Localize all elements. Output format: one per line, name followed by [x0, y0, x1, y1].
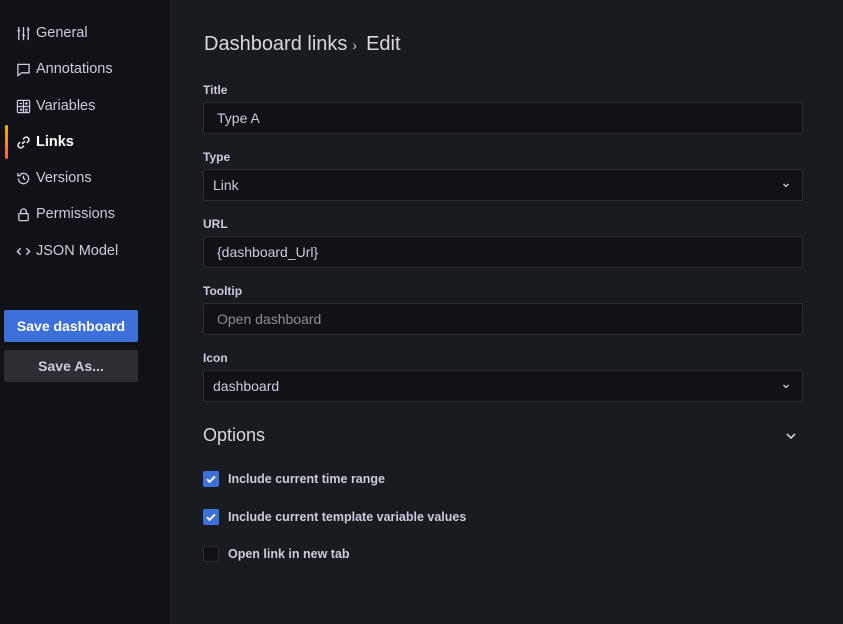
chevron-down-icon: [783, 384, 789, 389]
save-dashboard-button[interactable]: Save dashboard: [4, 310, 138, 342]
sidebar-item-label: Annotations: [36, 61, 113, 77]
comment-icon: [15, 61, 31, 77]
type-label: Type: [203, 150, 231, 164]
sidebar-item-variables[interactable]: Variables: [0, 88, 170, 124]
checkbox-checked-icon[interactable]: [203, 509, 219, 525]
checkbox-label: Include current template variable values: [228, 510, 467, 524]
icon-select-value: dashboard: [213, 378, 280, 394]
link-icon: [15, 134, 31, 150]
include-template-variables-checkbox[interactable]: Include current template variable values: [203, 508, 466, 526]
type-select[interactable]: Link: [203, 169, 803, 201]
checkbox-unchecked-icon[interactable]: [203, 546, 219, 562]
include-time-range-checkbox[interactable]: Include current time range: [203, 470, 385, 488]
sidebar-item-json-model[interactable]: JSON Model: [0, 233, 170, 269]
options-chevron-down-icon[interactable]: [783, 428, 799, 444]
breadcrumb-separator: ›: [352, 36, 358, 53]
chevron-down-icon: [783, 183, 789, 188]
url-input-value: {dashboard_Url}: [217, 244, 319, 260]
breadcrumb-parent[interactable]: Dashboard links: [204, 33, 347, 56]
save-as-button[interactable]: Save As...: [4, 350, 138, 382]
tooltip-input-placeholder: Open dashboard: [217, 311, 322, 327]
history-icon: [15, 170, 31, 186]
sidebar-item-label: Variables: [36, 98, 96, 114]
checkbox-label: Include current time range: [228, 472, 385, 486]
tooltip-label: Tooltip: [203, 284, 243, 298]
sidebar-item-label: Links: [36, 134, 74, 150]
icon-select[interactable]: dashboard: [203, 370, 803, 402]
icon-label: Icon: [203, 351, 228, 365]
checkbox-label: Open link in new tab: [228, 547, 350, 561]
title-input[interactable]: Type A: [203, 102, 803, 134]
sidebar-item-permissions[interactable]: Permissions: [0, 196, 170, 232]
title-input-value: Type A: [217, 110, 260, 126]
options-section-title[interactable]: Options: [203, 425, 265, 446]
tooltip-input[interactable]: Open dashboard: [203, 303, 803, 335]
code-icon: [15, 243, 31, 259]
sidebar-item-label: JSON Model: [36, 243, 119, 259]
sidebar-item-general[interactable]: General: [0, 15, 170, 51]
sidebar-item-annotations[interactable]: Annotations: [0, 51, 170, 87]
url-input[interactable]: {dashboard_Url}: [203, 236, 803, 268]
open-in-new-tab-checkbox[interactable]: Open link in new tab: [203, 545, 350, 563]
calculator-icon: [15, 98, 31, 114]
settings-sidebar: General Annotations Variables Links Vers…: [0, 0, 171, 624]
sidebar-item-label: Versions: [36, 170, 92, 186]
breadcrumb: Dashboard links › Edit: [204, 33, 401, 56]
type-select-value: Link: [213, 177, 239, 193]
sidebar-item-links[interactable]: Links: [0, 124, 170, 160]
sidebar-item-versions[interactable]: Versions: [0, 160, 170, 196]
checkbox-checked-icon[interactable]: [203, 471, 219, 487]
lock-icon: [15, 206, 31, 222]
main-panel: Dashboard links › Edit Title Type A Type…: [171, 0, 843, 624]
sidebar-item-label: General: [36, 25, 88, 41]
title-label: Title: [203, 83, 228, 97]
url-label: URL: [203, 217, 228, 231]
breadcrumb-current: Edit: [366, 33, 401, 55]
sidebar-item-label: Permissions: [36, 206, 115, 222]
sliders-icon: [15, 25, 31, 41]
